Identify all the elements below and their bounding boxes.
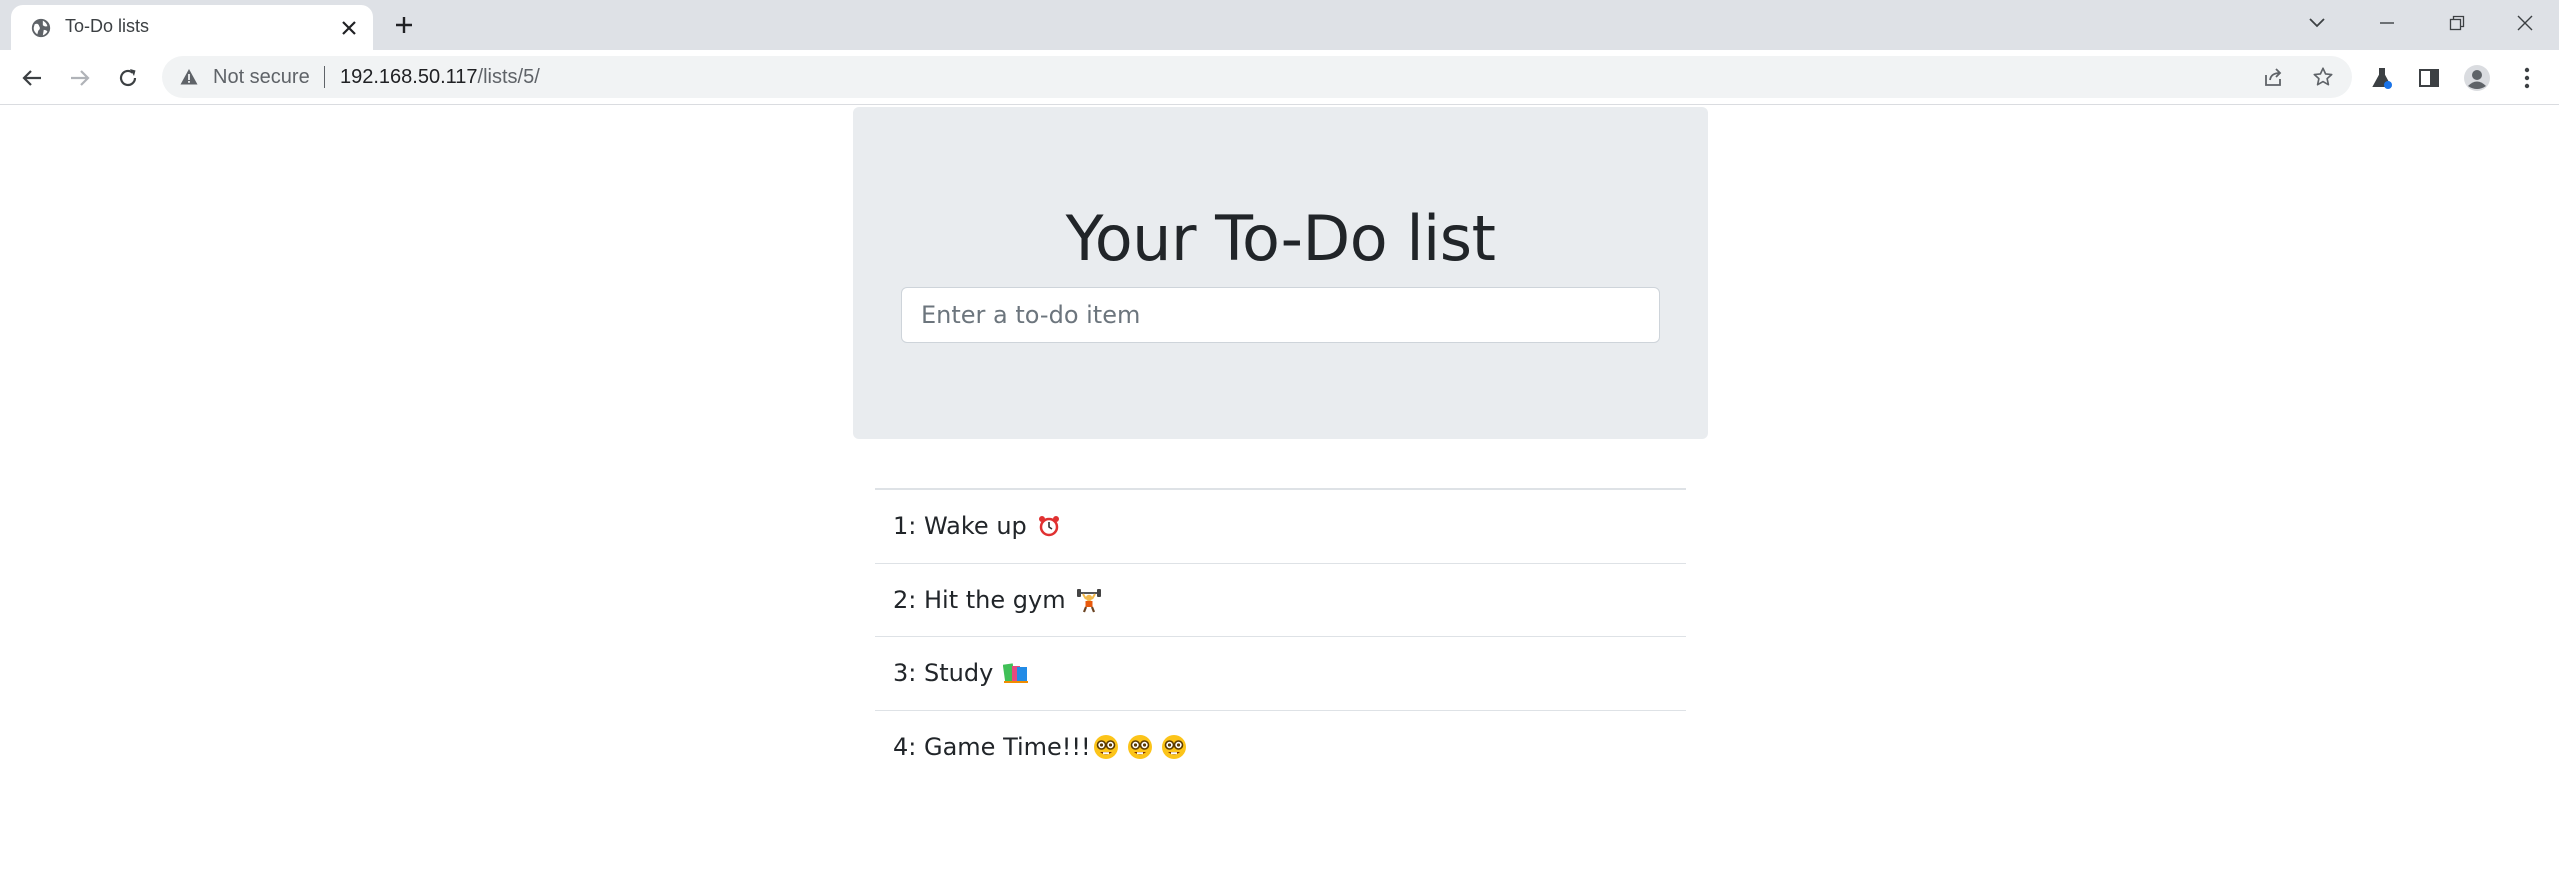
todo-table: 1: Wake up 2: Hit the gym 3: Study 4: Ga… — [875, 488, 1686, 784]
plus-icon — [396, 17, 412, 33]
tab-search-button[interactable] — [2294, 6, 2340, 40]
url-path: /lists/5/ — [477, 66, 540, 88]
restore-button[interactable] — [2434, 6, 2480, 40]
side-panel-button[interactable] — [2414, 63, 2444, 93]
bookmark-button[interactable] — [2311, 65, 2335, 89]
todo-item: 4: Game Time!!! — [893, 733, 1187, 761]
flask-icon — [2372, 68, 2392, 89]
url-host: 192.168.50.117 — [340, 66, 478, 88]
back-button[interactable] — [16, 62, 48, 94]
close-icon — [342, 21, 356, 35]
header-panel: Your To-Do list — [853, 107, 1708, 439]
reload-button[interactable] — [112, 62, 144, 94]
url-text[interactable]: 192.168.50.117/lists/5/ — [340, 66, 540, 89]
share-icon — [2265, 68, 2282, 86]
arrow-left-icon — [22, 70, 41, 86]
divider — [324, 66, 325, 88]
reload-icon — [119, 69, 137, 87]
page-title: Your To-Do list — [1065, 202, 1496, 275]
kebab-menu-icon — [2524, 67, 2530, 89]
chevron-down-icon — [2309, 18, 2325, 28]
todo-item-text: 4: Game Time!!! — [893, 733, 1091, 762]
todo-item-text: 3: Study — [893, 659, 994, 688]
close-tab-button[interactable] — [336, 15, 362, 41]
menu-button[interactable] — [2512, 63, 2542, 93]
todo-input[interactable] — [901, 287, 1660, 343]
labs-button[interactable] — [2367, 63, 2397, 93]
table-row: 4: Game Time!!! — [875, 711, 1686, 785]
new-tab-button[interactable] — [390, 11, 418, 39]
browser-toolbar: Not secure 192.168.50.117/lists/5/ — [0, 50, 2559, 105]
close-icon — [2517, 15, 2533, 31]
side-panel-icon — [2419, 69, 2439, 87]
browser-tab[interactable]: To-Do lists — [11, 5, 373, 50]
todo-item-text: 1: Wake up — [893, 512, 1027, 541]
table-row: 3: Study — [875, 637, 1686, 711]
profile-button[interactable] — [2462, 63, 2492, 93]
arrow-right-icon — [71, 70, 90, 86]
share-button[interactable] — [2262, 65, 2286, 89]
todo-item-text: 2: Hit the gym — [893, 585, 1066, 614]
alarm-clock-icon — [1038, 516, 1059, 537]
nerd-face-icon — [1093, 735, 1118, 760]
todo-item: 3: Study — [893, 659, 1029, 687]
tab-title: To-Do lists — [65, 16, 150, 36]
table-row: 2: Hit the gym — [875, 564, 1686, 637]
star-icon — [2313, 67, 2333, 86]
minimize-icon — [2380, 22, 2394, 24]
warning-icon — [180, 69, 198, 85]
forward-button[interactable] — [64, 62, 96, 94]
avatar-icon — [2464, 65, 2490, 91]
tab-strip: To-Do lists — [0, 0, 2559, 50]
todo-item: 1: Wake up — [893, 512, 1061, 540]
table-row: 1: Wake up — [875, 490, 1686, 564]
todo-item: 2: Hit the gym — [893, 586, 1102, 614]
globe-icon — [31, 18, 51, 38]
minimize-button[interactable] — [2364, 6, 2410, 40]
close-window-button[interactable] — [2502, 6, 2548, 40]
weightlifter-icon — [1076, 588, 1101, 613]
nerd-face-icon — [1161, 735, 1186, 760]
books-icon — [1003, 663, 1029, 684]
restore-icon — [2449, 15, 2465, 31]
nerd-face-icon — [1127, 735, 1152, 760]
security-label[interactable]: Not secure — [213, 66, 310, 89]
address-bar[interactable]: Not secure 192.168.50.117/lists/5/ — [162, 56, 2352, 98]
